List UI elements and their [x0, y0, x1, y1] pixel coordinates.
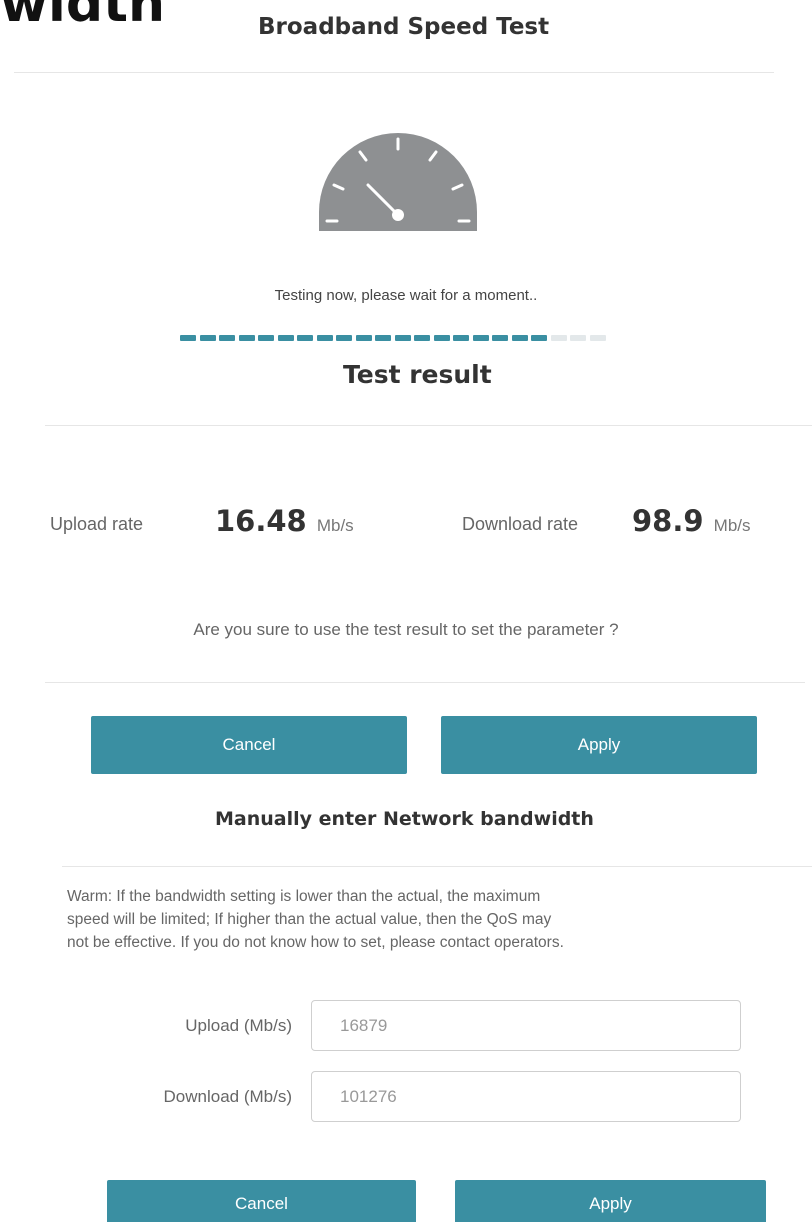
progress-segment — [511, 335, 528, 341]
warning-line: not be effective. If you do not know how… — [67, 934, 564, 951]
download-field-label: Download (Mb/s) — [163, 1087, 293, 1106]
progress-segment — [277, 335, 294, 341]
progress-segment — [180, 335, 196, 341]
upload-field-label: Upload (Mb/s) — [185, 1016, 292, 1035]
progress-segment — [375, 335, 391, 341]
test-progress-bar — [180, 335, 610, 343]
download-rate-value: 98.9 Mb/s — [632, 504, 751, 538]
progress-segment — [531, 335, 547, 341]
manual-divider — [62, 866, 812, 867]
testing-status: Testing now, please wait for a moment.. — [274, 287, 538, 304]
bandwidth-warning: Warm: If the bandwidth setting is lower … — [67, 885, 812, 954]
progress-segment — [355, 335, 372, 341]
download-rate-label: Download rate — [462, 514, 579, 534]
manual-apply-button[interactable]: Apply — [455, 1180, 766, 1222]
progress-segment — [550, 335, 567, 341]
upload-rate-label: Upload rate — [50, 514, 144, 534]
download-rate-number: 98.9 — [632, 504, 704, 538]
warning-line: speed will be limited; If higher than th… — [67, 911, 552, 928]
cropped-heading: width — [0, 0, 165, 34]
test-result-title: Test result — [343, 360, 492, 389]
manual-cancel-button[interactable]: Cancel — [107, 1180, 416, 1222]
progress-segment — [297, 335, 313, 341]
speed-test-page: width Broadband Speed Test Testing now, … — [0, 0, 812, 1222]
progress-segment — [258, 335, 274, 341]
progress-segment — [394, 335, 411, 341]
progress-segment — [238, 335, 255, 341]
progress-segment — [199, 335, 216, 341]
title-divider — [14, 72, 774, 73]
progress-segment — [472, 335, 489, 341]
speedometer-icon — [313, 127, 483, 242]
result-cancel-button[interactable]: Cancel — [91, 716, 407, 774]
result-apply-button[interactable]: Apply — [441, 716, 757, 774]
progress-segment — [433, 335, 450, 341]
progress-segment — [570, 335, 586, 341]
speed-test-title: Broadband Speed Test — [258, 14, 550, 40]
manual-bandwidth-title: Manually enter Network bandwidth — [215, 808, 594, 830]
progress-segment — [219, 335, 235, 341]
download-rate-unit: Mb/s — [713, 516, 751, 535]
confirm-question: Are you sure to use the test result to s… — [193, 620, 619, 639]
upload-rate-unit: Mb/s — [316, 516, 354, 535]
upload-bandwidth-input[interactable] — [311, 1000, 741, 1051]
progress-segment — [336, 335, 352, 341]
progress-segment — [492, 335, 508, 341]
upload-rate-number: 16.48 — [215, 504, 307, 538]
confirm-divider — [45, 682, 805, 683]
result-divider — [45, 425, 812, 426]
progress-segment — [414, 335, 430, 341]
progress-segment — [316, 335, 333, 341]
progress-segment — [589, 335, 606, 341]
upload-rate-value: 16.48 Mb/s — [215, 504, 354, 538]
warning-line: Warm: If the bandwidth setting is lower … — [67, 888, 541, 905]
progress-segment — [453, 335, 469, 341]
download-bandwidth-input[interactable] — [311, 1071, 741, 1122]
